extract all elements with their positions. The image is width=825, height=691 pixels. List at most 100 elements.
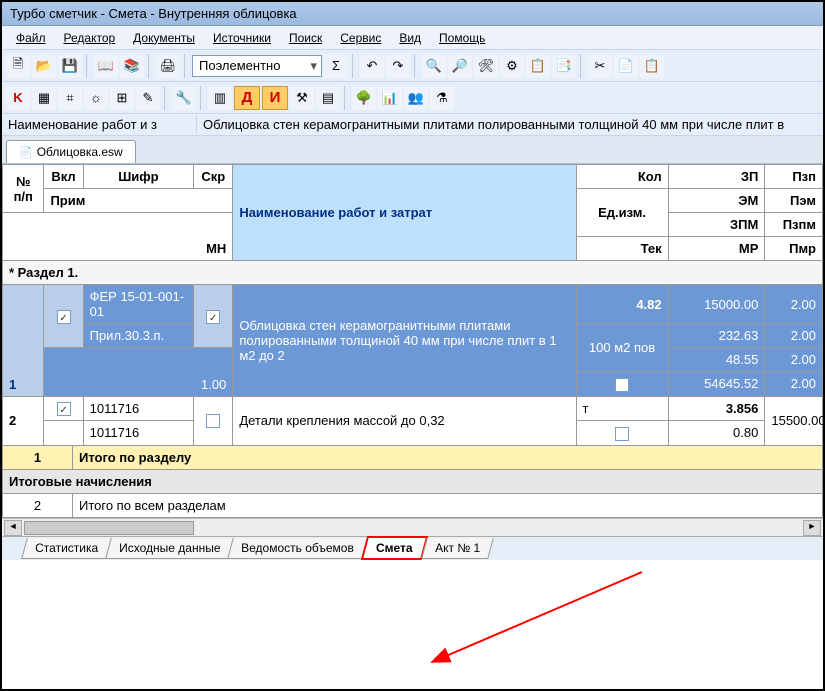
row1-zp4[interactable]: 54645.52: [668, 372, 765, 397]
sum-icon[interactable]: Σ: [324, 54, 348, 78]
hdr-ed[interactable]: Ед.изм.: [576, 189, 668, 237]
menu-search[interactable]: Поиск: [281, 29, 330, 47]
horizontal-scrollbar[interactable]: ◄ ►: [2, 518, 823, 536]
row1-zp1[interactable]: 15000.00: [668, 285, 765, 324]
row2-num[interactable]: 2: [3, 396, 44, 445]
new-icon[interactable]: 🗎: [6, 54, 30, 78]
hdr-name[interactable]: Наименование работ и затрат: [233, 165, 576, 261]
undo-icon[interactable]: ↶: [360, 54, 384, 78]
menu-view[interactable]: Вид: [391, 29, 429, 47]
tool1-icon[interactable]: 🛠: [474, 54, 498, 78]
row1-pzp2[interactable]: 2.00: [765, 324, 823, 348]
row1-zp3[interactable]: 48.55: [668, 348, 765, 372]
cut-icon[interactable]: ✂: [588, 54, 612, 78]
row1-zp2[interactable]: 232.63: [668, 324, 765, 348]
wrench-icon[interactable]: 🔧: [172, 86, 196, 110]
menu-help[interactable]: Помощь: [431, 29, 493, 47]
total-all-num[interactable]: 2: [3, 493, 73, 517]
total-all[interactable]: Итого по всем разделам: [73, 493, 823, 517]
hdr-mr[interactable]: МР: [668, 237, 765, 261]
row1-ed[interactable]: 100 м2 пов: [576, 324, 668, 372]
row2-ed[interactable]: т: [576, 396, 668, 421]
hdr-kol[interactable]: Кол: [576, 165, 668, 189]
hdr-tek[interactable]: Тек: [576, 237, 668, 261]
scroll-thumb[interactable]: [24, 521, 194, 535]
scroll-right-icon[interactable]: ►: [803, 520, 821, 536]
menu-service[interactable]: Сервис: [332, 29, 389, 47]
tab-statistics[interactable]: Статистика: [21, 538, 112, 559]
menu-docs[interactable]: Документы: [125, 29, 203, 47]
i-button[interactable]: И: [262, 86, 288, 110]
tool3-icon[interactable]: 📋: [526, 54, 550, 78]
tab-smeta[interactable]: Смета: [361, 536, 428, 560]
save-icon[interactable]: 💾: [58, 54, 82, 78]
menu-editor[interactable]: Редактор: [56, 29, 124, 47]
k-icon[interactable]: K: [6, 86, 30, 110]
total-section-num[interactable]: 1: [3, 445, 73, 469]
row2-vkl2[interactable]: [44, 421, 83, 446]
hdr-pmr[interactable]: Пмр: [765, 237, 823, 261]
hdr-zp[interactable]: ЗП: [668, 165, 765, 189]
row2-skr[interactable]: [194, 396, 233, 445]
mode-dropdown[interactable]: Поэлементно: [192, 55, 322, 77]
find-icon[interactable]: 🔍: [422, 54, 446, 78]
row1-pzp3[interactable]: 2.00: [765, 348, 823, 372]
row1-skr[interactable]: [194, 285, 233, 348]
row2-shifr1[interactable]: 1011716: [83, 396, 194, 421]
section-1-title[interactable]: * Раздел 1.: [3, 261, 823, 285]
t8-icon[interactable]: ✎: [136, 86, 160, 110]
file-tab[interactable]: Облицовка.esw: [6, 140, 136, 163]
t12-icon[interactable]: ⚗: [430, 86, 454, 110]
row2-tekval[interactable]: 0.80: [668, 421, 765, 446]
hdr-prim[interactable]: Прим: [44, 189, 233, 213]
open-icon[interactable]: 📂: [32, 54, 56, 78]
hammer-icon[interactable]: ⚒: [290, 86, 314, 110]
hdr-pzp[interactable]: Пзп: [765, 165, 823, 189]
hdr-em[interactable]: ЭМ: [668, 189, 765, 213]
row1-desc[interactable]: Облицовка стен керамогранитными плитами …: [233, 285, 576, 397]
row2-tek[interactable]: [576, 421, 668, 446]
t9-icon[interactable]: ▤: [316, 86, 340, 110]
d-button[interactable]: Д: [234, 86, 260, 110]
row2-desc[interactable]: Детали крепления массой до 0,32: [233, 396, 576, 445]
t10-icon[interactable]: 📊: [378, 86, 402, 110]
row1-tek[interactable]: [576, 372, 668, 397]
row1-pzp1[interactable]: 2.00: [765, 285, 823, 324]
row2-shifr2[interactable]: 1011716: [83, 421, 194, 446]
t5-icon[interactable]: ⌗: [58, 86, 82, 110]
t7-icon[interactable]: ⊞: [110, 86, 134, 110]
tab-volumes[interactable]: Ведомость объемов: [228, 538, 368, 559]
redo-icon[interactable]: ↷: [386, 54, 410, 78]
hdr-vkl[interactable]: Вкл: [44, 165, 83, 189]
hdr-num[interactable]: № п/п: [3, 165, 44, 213]
book-icon[interactable]: 📖: [94, 54, 118, 78]
total-section[interactable]: Итого по разделу: [73, 445, 823, 469]
row2-zp[interactable]: 15500.00: [765, 396, 823, 445]
tool2-icon[interactable]: ⚙: [500, 54, 524, 78]
hdr-pzpm[interactable]: Пзпм: [765, 213, 823, 237]
row1-shifr2[interactable]: Прил.30.3.п.: [83, 324, 194, 348]
final-header[interactable]: Итоговые начисления: [3, 469, 823, 493]
find2-icon[interactable]: 🔎: [448, 54, 472, 78]
row2-vkl[interactable]: [44, 396, 83, 421]
grid-icon[interactable]: ▦: [32, 86, 56, 110]
menu-sources[interactable]: Источники: [205, 29, 279, 47]
t6-icon[interactable]: ☼: [84, 86, 108, 110]
tab-act[interactable]: Акт № 1: [421, 538, 494, 559]
copy-icon[interactable]: 📄: [614, 54, 638, 78]
paste-icon[interactable]: 📋: [640, 54, 664, 78]
row1-mn[interactable]: 1.00: [44, 348, 233, 397]
row1-kol[interactable]: 4.82: [576, 285, 668, 324]
row1-num[interactable]: 1: [3, 285, 44, 397]
hdr-shifr[interactable]: Шифр: [83, 165, 194, 189]
hdr-zpm[interactable]: ЗПМ: [668, 213, 765, 237]
hdr-pem[interactable]: Пэм: [765, 189, 823, 213]
row1-vkl[interactable]: [44, 285, 83, 348]
tool4-icon[interactable]: 📑: [552, 54, 576, 78]
hdr-skr[interactable]: Скр: [194, 165, 233, 189]
tree-icon[interactable]: 🌳: [352, 86, 376, 110]
books-icon[interactable]: 📚: [120, 54, 144, 78]
t11-icon[interactable]: 👥: [404, 86, 428, 110]
scroll-left-icon[interactable]: ◄: [4, 520, 22, 536]
row2-kol[interactable]: 3.856: [668, 396, 765, 421]
